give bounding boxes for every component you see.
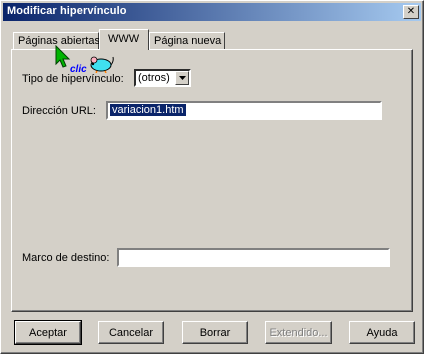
- dialog-title: Modificar hipervínculo: [7, 5, 127, 17]
- close-button[interactable]: ✕: [403, 5, 419, 19]
- cancel-button[interactable]: Cancelar: [98, 321, 164, 344]
- green-arrow-cursor-icon: [55, 45, 71, 68]
- tab-pagina-nueva[interactable]: Página nueva: [149, 32, 225, 50]
- delete-label: Borrar: [199, 326, 231, 339]
- cancel-label: Cancelar: [108, 326, 154, 339]
- help-label: Ayuda: [366, 326, 398, 339]
- extended-button: Extendido...: [265, 321, 332, 344]
- tab-www[interactable]: WWW: [99, 29, 149, 50]
- help-button[interactable]: Ayuda: [349, 321, 415, 344]
- tab-label: WWW: [108, 33, 140, 45]
- accept-button[interactable]: Aceptar: [14, 320, 82, 345]
- tab-label: Página nueva: [154, 35, 222, 47]
- extended-label: Extendido...: [269, 326, 328, 339]
- title-bar[interactable]: Modificar hipervínculo ✕: [3, 3, 421, 21]
- accept-label: Aceptar: [29, 326, 67, 339]
- tab-panel-www: [11, 49, 413, 312]
- dialog-window: Modificar hipervínculo ✕ Páginas abierta…: [0, 0, 424, 354]
- close-icon: ✕: [406, 6, 416, 17]
- cartoon-mouse-icon: [90, 56, 114, 73]
- delete-button[interactable]: Borrar: [182, 321, 248, 344]
